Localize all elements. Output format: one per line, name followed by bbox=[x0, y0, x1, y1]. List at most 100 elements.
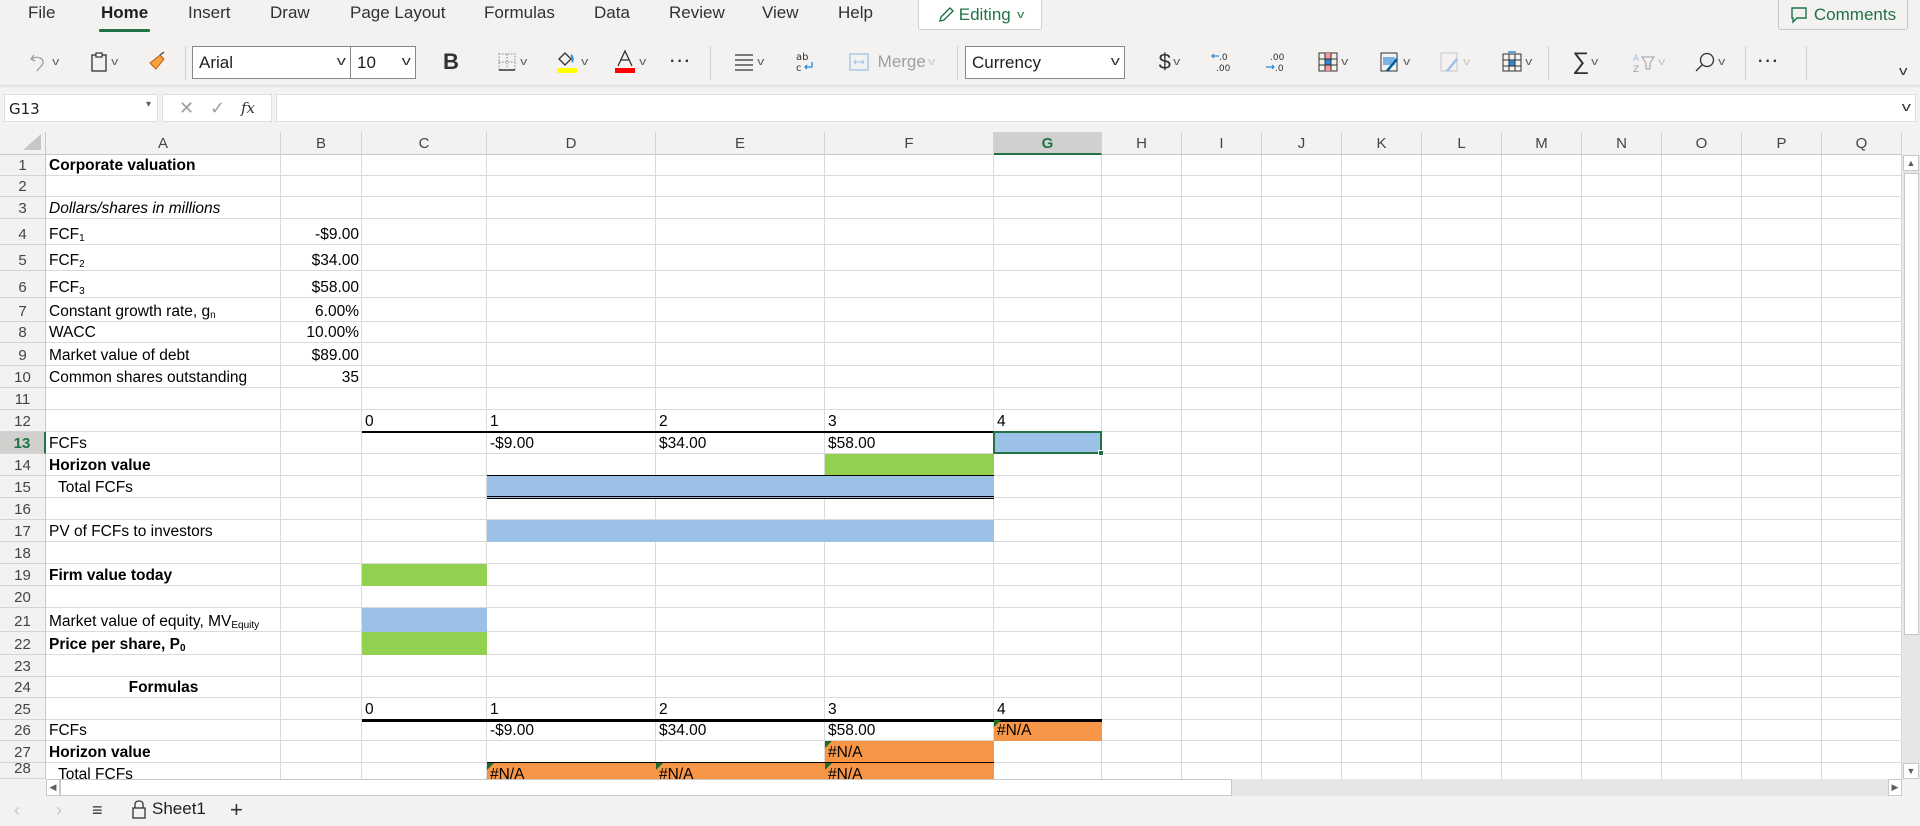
next-sheet-icon[interactable]: › bbox=[56, 800, 62, 821]
cell-formulas-fcfs-value-2[interactable]: $34.00 bbox=[656, 720, 825, 741]
row-header-12[interactable]: 12 bbox=[0, 410, 46, 432]
font-size-dropdown[interactable]: 10 v bbox=[350, 46, 416, 79]
cell-period-4[interactable]: 4 bbox=[994, 410, 1102, 432]
column-header-p[interactable]: P bbox=[1742, 132, 1822, 155]
cell-formulas-horizon-label[interactable]: Horizon value bbox=[46, 741, 281, 763]
menu-data[interactable]: Data bbox=[594, 3, 630, 23]
cell-formulas-period-3[interactable]: 3 bbox=[825, 698, 994, 720]
row-header-19[interactable]: 19 bbox=[0, 564, 46, 586]
menu-help[interactable]: Help bbox=[838, 3, 873, 23]
wrap-text-button[interactable]: ab c bbox=[790, 46, 820, 78]
cell-fcf1-label[interactable]: FCF 1 bbox=[46, 219, 281, 245]
cell-fcfs-value-2[interactable]: $34.00 bbox=[656, 432, 825, 454]
column-header-h[interactable]: H bbox=[1102, 132, 1182, 155]
cell-period-3[interactable]: 3 bbox=[825, 410, 994, 432]
font-color-button[interactable]: v bbox=[604, 46, 654, 78]
cell-fcf1-value[interactable]: -$9.00 bbox=[281, 219, 362, 245]
cell-formulas-heading[interactable]: Formulas bbox=[46, 677, 281, 698]
merge-button[interactable]: Merge v bbox=[836, 46, 946, 78]
row-header-11[interactable]: 11 bbox=[0, 388, 46, 410]
scroll-up-arrow-icon[interactable]: ▲ bbox=[1903, 155, 1919, 171]
format-as-table-button[interactable]: v bbox=[1370, 46, 1418, 78]
font-name-dropdown[interactable]: Arial v bbox=[192, 46, 351, 79]
column-header-i[interactable]: I bbox=[1182, 132, 1262, 155]
column-header-o[interactable]: O bbox=[1662, 132, 1742, 155]
cell-price-label[interactable]: Price per share, P0 bbox=[46, 632, 281, 655]
format-painter-button[interactable] bbox=[142, 46, 172, 78]
row-header-17[interactable]: 17 bbox=[0, 520, 46, 542]
cell-title[interactable]: Corporate valuation bbox=[46, 155, 346, 176]
chevron-down-icon[interactable]: v bbox=[1901, 99, 1910, 114]
cell-shares-label[interactable]: Common shares outstanding bbox=[46, 366, 281, 388]
column-header-b[interactable]: B bbox=[281, 132, 362, 155]
row-header-9[interactable]: 9 bbox=[0, 343, 46, 366]
comments-button[interactable]: Comments bbox=[1778, 0, 1908, 30]
check-icon[interactable]: ✓ bbox=[210, 98, 225, 119]
all-sheets-menu-icon[interactable]: ≡ bbox=[92, 800, 103, 821]
scroll-down-arrow-icon[interactable]: ▼ bbox=[1903, 763, 1919, 779]
horizontal-scroll-thumb[interactable] bbox=[60, 779, 1232, 796]
editing-mode-button[interactable]: Editing v bbox=[918, 0, 1042, 30]
column-header-g[interactable]: G bbox=[994, 132, 1102, 155]
cell-formulas-period-2[interactable]: 2 bbox=[656, 698, 825, 720]
paste-button[interactable]: v bbox=[80, 46, 126, 78]
sheet-tab-sheet1[interactable]: Sheet1 bbox=[132, 799, 206, 819]
menu-view[interactable]: View bbox=[762, 3, 799, 23]
row-header-7[interactable]: 7 bbox=[0, 298, 46, 322]
row-header-26[interactable]: 26 bbox=[0, 720, 46, 741]
row-header-21[interactable]: 21 bbox=[0, 608, 46, 632]
cell-period-2[interactable]: 2 bbox=[656, 410, 825, 432]
conditional-formatting-button[interactable]: v bbox=[1308, 46, 1356, 78]
insert-function-icon[interactable]: fx bbox=[241, 99, 255, 117]
bold-button[interactable]: B bbox=[436, 46, 466, 78]
column-header-f[interactable]: F bbox=[825, 132, 994, 155]
vertical-scroll-thumb[interactable] bbox=[1904, 173, 1919, 635]
increase-decimal-button[interactable]: .0.00 bbox=[1206, 46, 1238, 78]
prev-sheet-icon[interactable]: ‹ bbox=[14, 800, 20, 821]
sort-filter-button[interactable]: AZ v bbox=[1624, 46, 1672, 78]
insert-cells-button[interactable]: v bbox=[1492, 46, 1540, 78]
cell-styles-button[interactable]: v bbox=[1430, 46, 1478, 78]
cell-formulas-total-value-3[interactable]: #N/A bbox=[825, 763, 994, 779]
more-options-button[interactable]: ··· bbox=[1752, 46, 1786, 78]
cell-shares-value[interactable]: 35 bbox=[281, 366, 362, 388]
menu-file[interactable]: File bbox=[28, 3, 55, 23]
row-header-22[interactable]: 22 bbox=[0, 632, 46, 655]
menu-page-layout[interactable]: Page Layout bbox=[350, 3, 445, 23]
row-header-10[interactable]: 10 bbox=[0, 366, 46, 388]
autosum-button[interactable]: ∑ v bbox=[1562, 46, 1608, 78]
column-header-c[interactable]: C bbox=[362, 132, 487, 155]
row-header-6[interactable]: 6 bbox=[0, 271, 46, 298]
menu-home[interactable]: Home bbox=[98, 3, 151, 32]
select-all-button[interactable] bbox=[0, 132, 46, 155]
menu-review[interactable]: Review bbox=[669, 3, 725, 23]
borders-button[interactable]: v bbox=[486, 46, 536, 78]
row-header-4[interactable]: 4 bbox=[0, 219, 46, 245]
horizontal-scrollbar[interactable]: ◀ ▶ bbox=[46, 779, 1902, 796]
name-box[interactable]: G13 ▾ bbox=[4, 94, 158, 122]
cell-fcf3-label[interactable]: FCF 3 bbox=[46, 271, 281, 298]
decrease-decimal-button[interactable]: .00.0 bbox=[1260, 46, 1292, 78]
row-header-25[interactable]: 25 bbox=[0, 698, 46, 720]
row-header-18[interactable]: 18 bbox=[0, 542, 46, 564]
spreadsheet-grid[interactable]: ABCDEFGHIJKLMNOPQ 1 2 3 4 5 6 7 8 9 10 11 12 13 14 15 1… bbox=[0, 132, 1902, 779]
number-format-dropdown[interactable]: Currency v bbox=[965, 46, 1125, 79]
column-header-n[interactable]: N bbox=[1582, 132, 1662, 155]
menu-draw[interactable]: Draw bbox=[270, 3, 310, 23]
cell-period-1[interactable]: 1 bbox=[487, 410, 656, 432]
scroll-left-arrow-icon[interactable]: ◀ bbox=[46, 779, 60, 796]
column-header-d[interactable]: D bbox=[487, 132, 656, 155]
cell-formulas-period-4[interactable]: 4 bbox=[994, 698, 1102, 720]
cell-formulas-total-value-2[interactable]: #N/A bbox=[656, 763, 825, 779]
row-header-8[interactable]: 8 bbox=[0, 322, 46, 343]
row-header-3[interactable]: 3 bbox=[0, 197, 46, 219]
active-cell-selection[interactable] bbox=[993, 431, 1102, 454]
cell-formulas-total-value-1[interactable]: #N/A bbox=[487, 763, 656, 779]
column-header-j[interactable]: J bbox=[1262, 132, 1342, 155]
row-header-16[interactable]: 16 bbox=[0, 498, 46, 520]
row-header-2[interactable]: 2 bbox=[0, 176, 46, 197]
cell-fcfs-value-1[interactable]: -$9.00 bbox=[487, 432, 656, 454]
cell-formulas-horizon-value[interactable]: #N/A bbox=[825, 741, 994, 763]
accounting-format-button[interactable]: $ v bbox=[1146, 46, 1192, 78]
cell-formulas-period-0[interactable]: 0 bbox=[362, 698, 487, 720]
